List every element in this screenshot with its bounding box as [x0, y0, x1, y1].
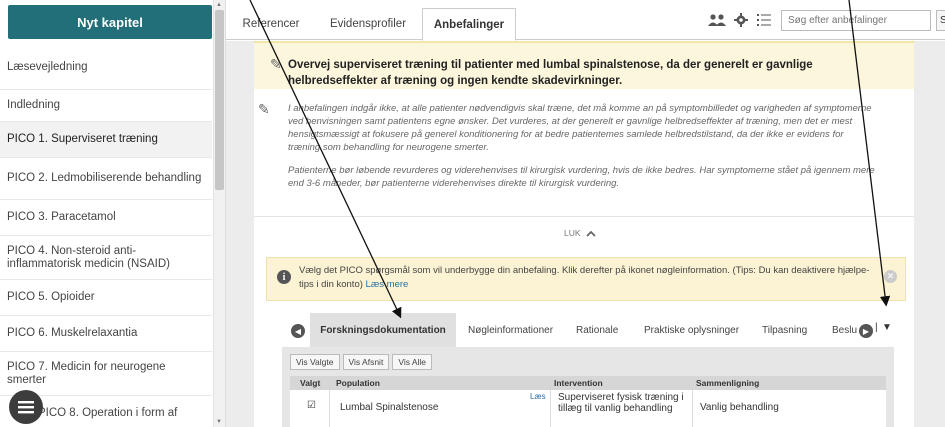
- sidebar-item-pico-7[interactable]: PICO 7. Medicin for neurogene smerter: [0, 352, 212, 396]
- help-tip-box: i Vælg det PICO spørgsmål som vil underb…: [266, 257, 906, 301]
- recommendation-row[interactable]: ✎ Overvej superviseret træning til patie…: [254, 41, 914, 89]
- recommendation-panel: ✎ Overvej superviseret træning til patie…: [254, 41, 914, 427]
- tab-adaptation[interactable]: Tilpasning: [762, 313, 807, 347]
- users-icon[interactable]: [708, 10, 726, 30]
- remark-text: I anbefalingen indgår ikke, at alle pati…: [288, 102, 878, 190]
- tab-evidence-profiles[interactable]: Evidensprofiler: [320, 8, 416, 40]
- read-link[interactable]: Læs: [530, 392, 546, 401]
- sidebar-item-pico-6[interactable]: PICO 6. Muskelrelaxantia: [0, 316, 212, 352]
- intervention-cell: Superviseret fysisk træning i tillæg til…: [558, 392, 684, 414]
- caret-down-icon[interactable]: ▼: [882, 322, 892, 333]
- tab-key-information[interactable]: Nøgleinformationer: [468, 313, 553, 347]
- gear-icon[interactable]: [734, 10, 748, 30]
- divider: [254, 216, 914, 217]
- recommendation-text: Overvej superviseret træning til patient…: [288, 59, 813, 87]
- show-all-button[interactable]: Vis Alle: [392, 354, 433, 370]
- sub-tab-bar: ◀ Forskningsdokumentation Nøgleinformati…: [282, 313, 902, 347]
- tab-references[interactable]: Referencer: [232, 8, 310, 40]
- pencil-icon[interactable]: ✎: [258, 101, 270, 118]
- column-header-intervention: Intervention: [554, 378, 603, 388]
- arrow-right-icon[interactable]: ▶: [859, 324, 873, 338]
- info-icon: i: [277, 270, 291, 284]
- chevron-up-icon: [585, 230, 596, 237]
- pencil-icon[interactable]: ✎: [270, 56, 282, 73]
- arrow-left-icon[interactable]: ◀: [291, 324, 305, 338]
- read-more-link[interactable]: Læs mere: [366, 279, 409, 290]
- scroll-down-arrow-icon[interactable]: ▼: [216, 419, 222, 425]
- remark-paragraph-2: Patienterne bør løbende revurderes og vi…: [288, 165, 875, 189]
- sidebar-item-pico-3[interactable]: PICO 3. Paracetamol: [0, 200, 212, 236]
- sidebar-item-pico-2[interactable]: PICO 2. Ledmobiliserende behandling: [0, 158, 212, 200]
- column-header-population: Population: [336, 378, 380, 388]
- sidebar-item-pico-4[interactable]: PICO 4. Non-steroid anti-inflammatorisk …: [0, 236, 212, 280]
- help-tip-text: Vælg det PICO spørgsmål som vil underbyg…: [299, 264, 879, 292]
- row-checkbox[interactable]: ☑: [307, 401, 317, 411]
- remark-paragraph-1: I anbefalingen indgår ikke, at alle pati…: [288, 103, 872, 153]
- main-content: ✎ Overvej superviseret træning til patie…: [226, 41, 945, 427]
- tab-practical-information[interactable]: Praktiske oplysninger: [644, 313, 739, 347]
- show-section-button[interactable]: Vis Afsnit: [342, 354, 390, 370]
- sidebar-item-reading-guide[interactable]: Læsevejledning: [0, 46, 212, 90]
- column-divider: [329, 390, 330, 427]
- tab-decision[interactable]: Beslu: [832, 313, 857, 347]
- sidebar-scrollbar[interactable]: ▲ ▼: [213, 0, 225, 427]
- column-divider: [550, 390, 551, 427]
- menu-fab-button[interactable]: [9, 390, 43, 424]
- sidebar-item-pico-1[interactable]: PICO 1. Superviseret træning: [0, 122, 212, 158]
- view-filter-buttons: Vis Valgte Vis Afsnit Vis Alle: [290, 354, 433, 370]
- column-header-comparison: Sammenligning: [696, 378, 760, 388]
- collapse-label: LUK: [564, 228, 581, 238]
- tab-separator: |: [875, 322, 878, 333]
- sidebar-scrollbar-thumb[interactable]: [215, 10, 224, 190]
- column-header-selected: Valgt: [300, 378, 321, 388]
- search-input[interactable]: [781, 10, 931, 31]
- list-icon[interactable]: [757, 10, 771, 30]
- top-tab-bar: Referencer Evidensprofiler Anbefalinger …: [226, 0, 945, 41]
- search-button[interactable]: S: [936, 10, 945, 31]
- sidebar-item-introduction[interactable]: Indledning: [0, 90, 212, 122]
- sidebar: Nyt kapitel Læsevejledning Indledning PI…: [0, 0, 226, 427]
- tab-rationale[interactable]: Rationale: [576, 313, 618, 347]
- close-icon[interactable]: ✕: [884, 270, 897, 283]
- table-header: Valgt Population Intervention Sammenlign…: [290, 376, 886, 390]
- new-chapter-button[interactable]: Nyt kapitel: [8, 5, 212, 39]
- pico-table-panel: Vis Valgte Vis Afsnit Vis Alle Valgt Pop…: [282, 347, 894, 427]
- column-divider: [692, 390, 693, 427]
- collapse-button[interactable]: LUK: [564, 228, 596, 238]
- menu-list-icon: [18, 401, 34, 414]
- table-row[interactable]: ☑ Lumbal Spinalstenose Læs Superviseret …: [290, 390, 886, 427]
- show-selected-button[interactable]: Vis Valgte: [290, 354, 340, 370]
- tab-recommendations[interactable]: Anbefalinger: [422, 8, 516, 41]
- scroll-up-arrow-icon[interactable]: ▲: [216, 2, 222, 8]
- population-cell: Lumbal Spinalstenose: [340, 402, 439, 413]
- tab-research-documentation[interactable]: Forskningsdokumentation: [310, 313, 456, 347]
- sidebar-item-pico-5[interactable]: PICO 5. Opioider: [0, 280, 212, 316]
- comparison-cell: Vanlig behandling: [700, 402, 779, 413]
